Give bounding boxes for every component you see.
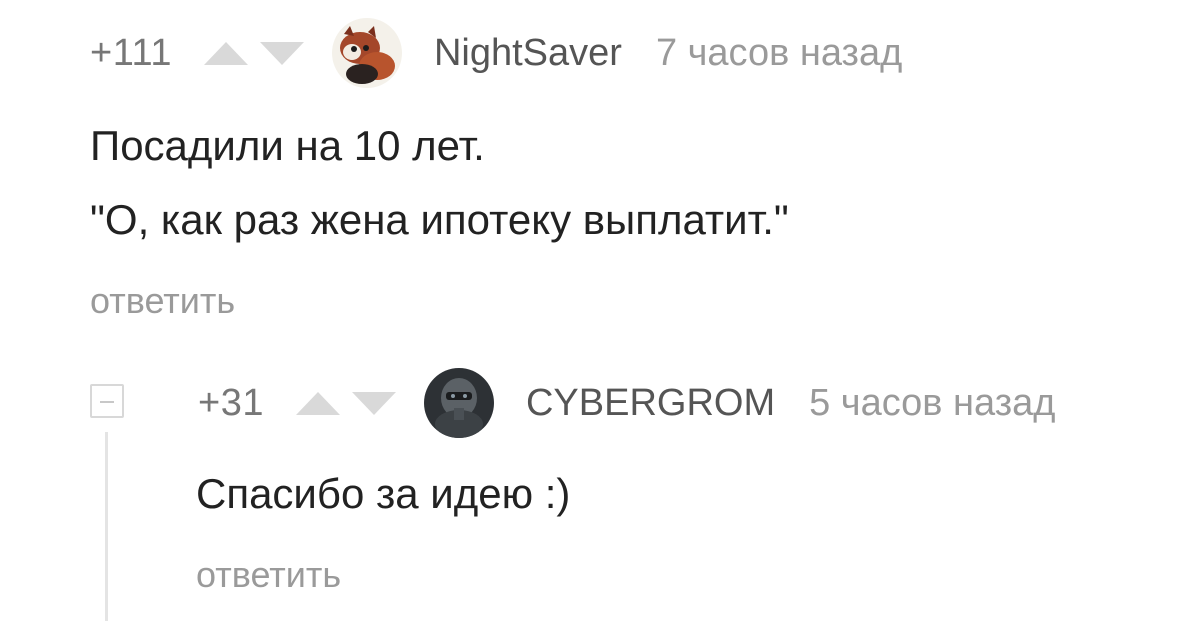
dark-helmet-avatar[interactable] <box>423 368 494 438</box>
comment-rating: +31 <box>198 381 264 424</box>
comment-thread: +111 NightSaver 7 часов назад Посадили н… <box>0 0 1200 621</box>
comment-time[interactable]: 7 часов назад <box>656 32 902 75</box>
thread-line <box>105 432 108 621</box>
collapse-thread-button[interactable] <box>90 384 124 418</box>
downvote-icon[interactable] <box>348 388 400 418</box>
reply-button[interactable]: ответить <box>90 280 235 322</box>
upvote-icon[interactable] <box>292 388 344 418</box>
comment-text-line: "О, как раз жена ипотеку выплатит." <box>90 196 789 243</box>
red-panda-avatar[interactable] <box>331 18 402 88</box>
comment-rating: +111 <box>90 31 172 74</box>
comment-text-line: Спасибо за идею :) <box>196 470 571 517</box>
downvote-icon[interactable] <box>256 38 308 68</box>
comment-time[interactable]: 5 часов назад <box>809 382 1055 425</box>
comment-header: +31 CYBERGROM 5 часов назад <box>198 368 1055 438</box>
comment-author[interactable]: CYBERGROM <box>526 382 775 425</box>
comment-author[interactable]: NightSaver <box>434 32 622 75</box>
comment-header: +111 NightSaver 7 часов назад <box>90 18 902 88</box>
reply-button[interactable]: ответить <box>196 554 341 596</box>
upvote-icon[interactable] <box>200 38 252 68</box>
comment-text-line: Посадили на 10 лет. <box>90 122 485 169</box>
